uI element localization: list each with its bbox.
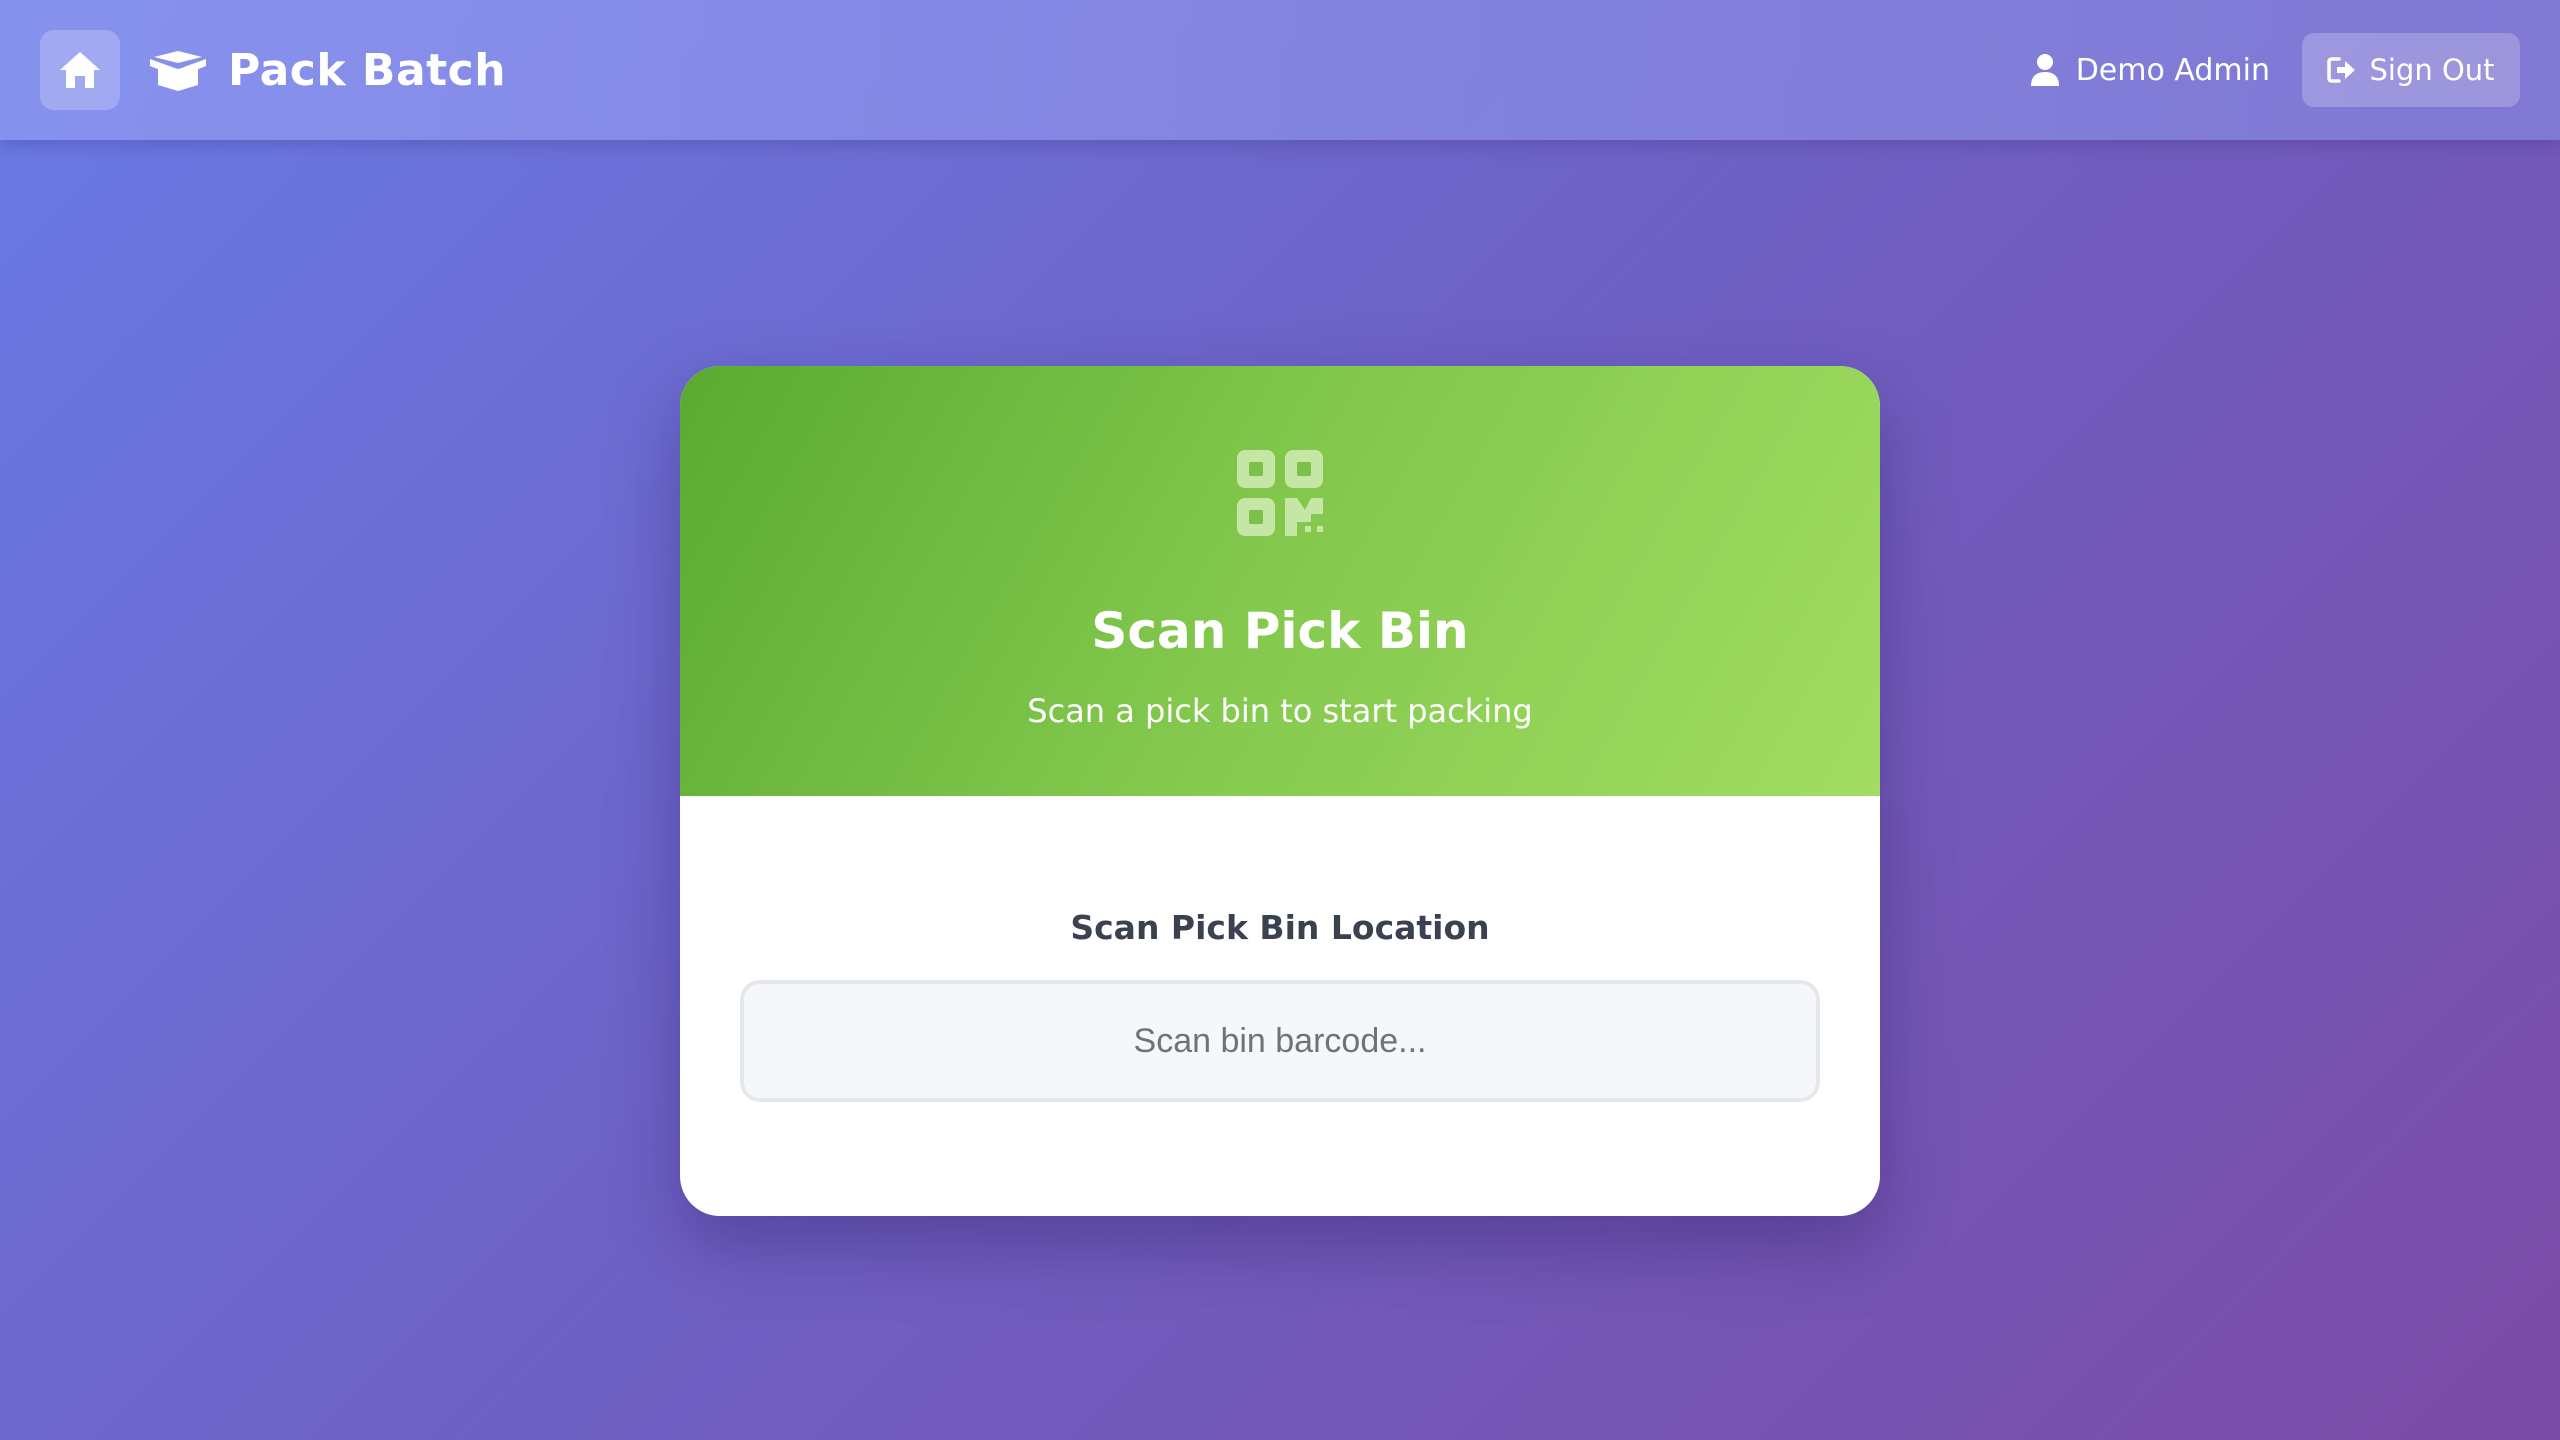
sign-out-icon xyxy=(2327,57,2356,83)
box-open-icon xyxy=(150,51,206,91)
top-navigation-bar: Pack Batch Demo Admin Sign Out xyxy=(0,0,2560,140)
card-header: Scan Pick Bin Scan a pick bin to start p… xyxy=(680,366,1880,796)
home-button[interactable] xyxy=(40,30,120,110)
user-name: Demo Admin xyxy=(2075,52,2270,88)
card-title: Scan Pick Bin xyxy=(1091,602,1469,660)
bin-location-label: Scan Pick Bin Location xyxy=(1070,908,1490,947)
user-icon xyxy=(2030,54,2059,86)
home-icon xyxy=(60,52,100,88)
card-subtitle: Scan a pick bin to start packing xyxy=(1027,692,1533,730)
sign-out-label: Sign Out xyxy=(2369,53,2495,87)
qrcode-icon xyxy=(1237,450,1323,536)
user-menu[interactable]: Demo Admin xyxy=(2030,30,2270,110)
bin-barcode-input[interactable] xyxy=(740,980,1820,1102)
brand: Pack Batch xyxy=(150,30,506,110)
scan-pick-bin-card: Scan Pick Bin Scan a pick bin to start p… xyxy=(680,366,1880,1216)
sign-out-button[interactable]: Sign Out xyxy=(2302,33,2520,107)
app-title: Pack Batch xyxy=(228,44,507,96)
